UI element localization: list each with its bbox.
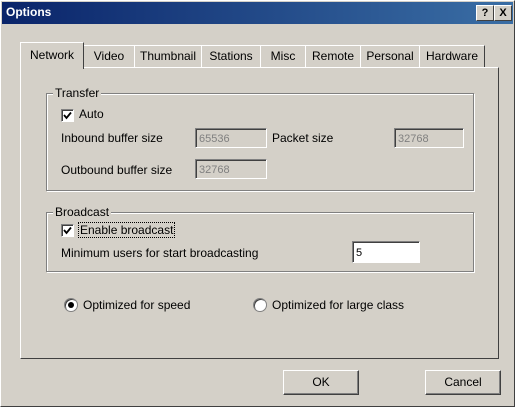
network-tab-panel: Transfer Auto Inbound buffer size 65536 … — [20, 67, 499, 359]
window-title: Options — [6, 5, 52, 19]
tab-video[interactable]: Video — [83, 45, 135, 67]
radio-selected-dot — [68, 302, 74, 308]
cancel-button[interactable]: Cancel — [425, 370, 501, 395]
tab-remote[interactable]: Remote — [305, 45, 361, 67]
transfer-group: Transfer Auto Inbound buffer size 65536 … — [46, 86, 474, 191]
inbound-buffer-field[interactable]: 65536 — [195, 128, 267, 148]
packet-size-label: Packet size — [272, 131, 334, 145]
checkmark-icon — [63, 226, 72, 235]
inbound-buffer-label: Inbound buffer size — [61, 131, 163, 145]
auto-label: Auto — [79, 107, 104, 121]
tab-network[interactable]: Network — [20, 42, 84, 69]
transfer-legend: Transfer — [53, 86, 102, 100]
outbound-buffer-field[interactable]: 32768 — [195, 159, 267, 179]
min-users-label: Minimum users for start broadcasting — [61, 246, 259, 260]
close-button[interactable]: X — [494, 5, 512, 21]
tab-stations[interactable]: Stations — [201, 45, 261, 67]
auto-checkbox[interactable] — [61, 109, 74, 122]
tab-misc[interactable]: Misc — [260, 45, 306, 67]
optimized-large-class-radio[interactable] — [253, 298, 267, 312]
enable-broadcast-checkbox[interactable] — [61, 224, 74, 237]
broadcast-legend: Broadcast — [53, 205, 112, 219]
options-dialog: Options ? X Network Video Thumbnail Stat… — [0, 0, 515, 407]
optimized-large-class-label: Optimized for large class — [272, 298, 405, 312]
ok-button[interactable]: OK — [283, 370, 359, 395]
tab-thumbnail[interactable]: Thumbnail — [134, 45, 202, 67]
min-users-input[interactable]: 5 — [352, 241, 420, 263]
optimized-speed-radio[interactable] — [64, 298, 78, 312]
optimized-speed-label: Optimized for speed — [83, 298, 191, 312]
outbound-buffer-label: Outbound buffer size — [61, 163, 173, 177]
tab-personal[interactable]: Personal — [360, 45, 420, 67]
help-button[interactable]: ? — [476, 5, 494, 21]
checkmark-icon — [63, 111, 72, 120]
enable-broadcast-label: Enable broadcast — [78, 222, 176, 238]
title-bar[interactable]: Options ? X — [2, 2, 513, 24]
tab-hardware[interactable]: Hardware — [419, 45, 485, 67]
packet-size-field[interactable]: 32768 — [394, 128, 464, 148]
broadcast-group: Broadcast Enable broadcast Minimum users… — [46, 205, 474, 272]
